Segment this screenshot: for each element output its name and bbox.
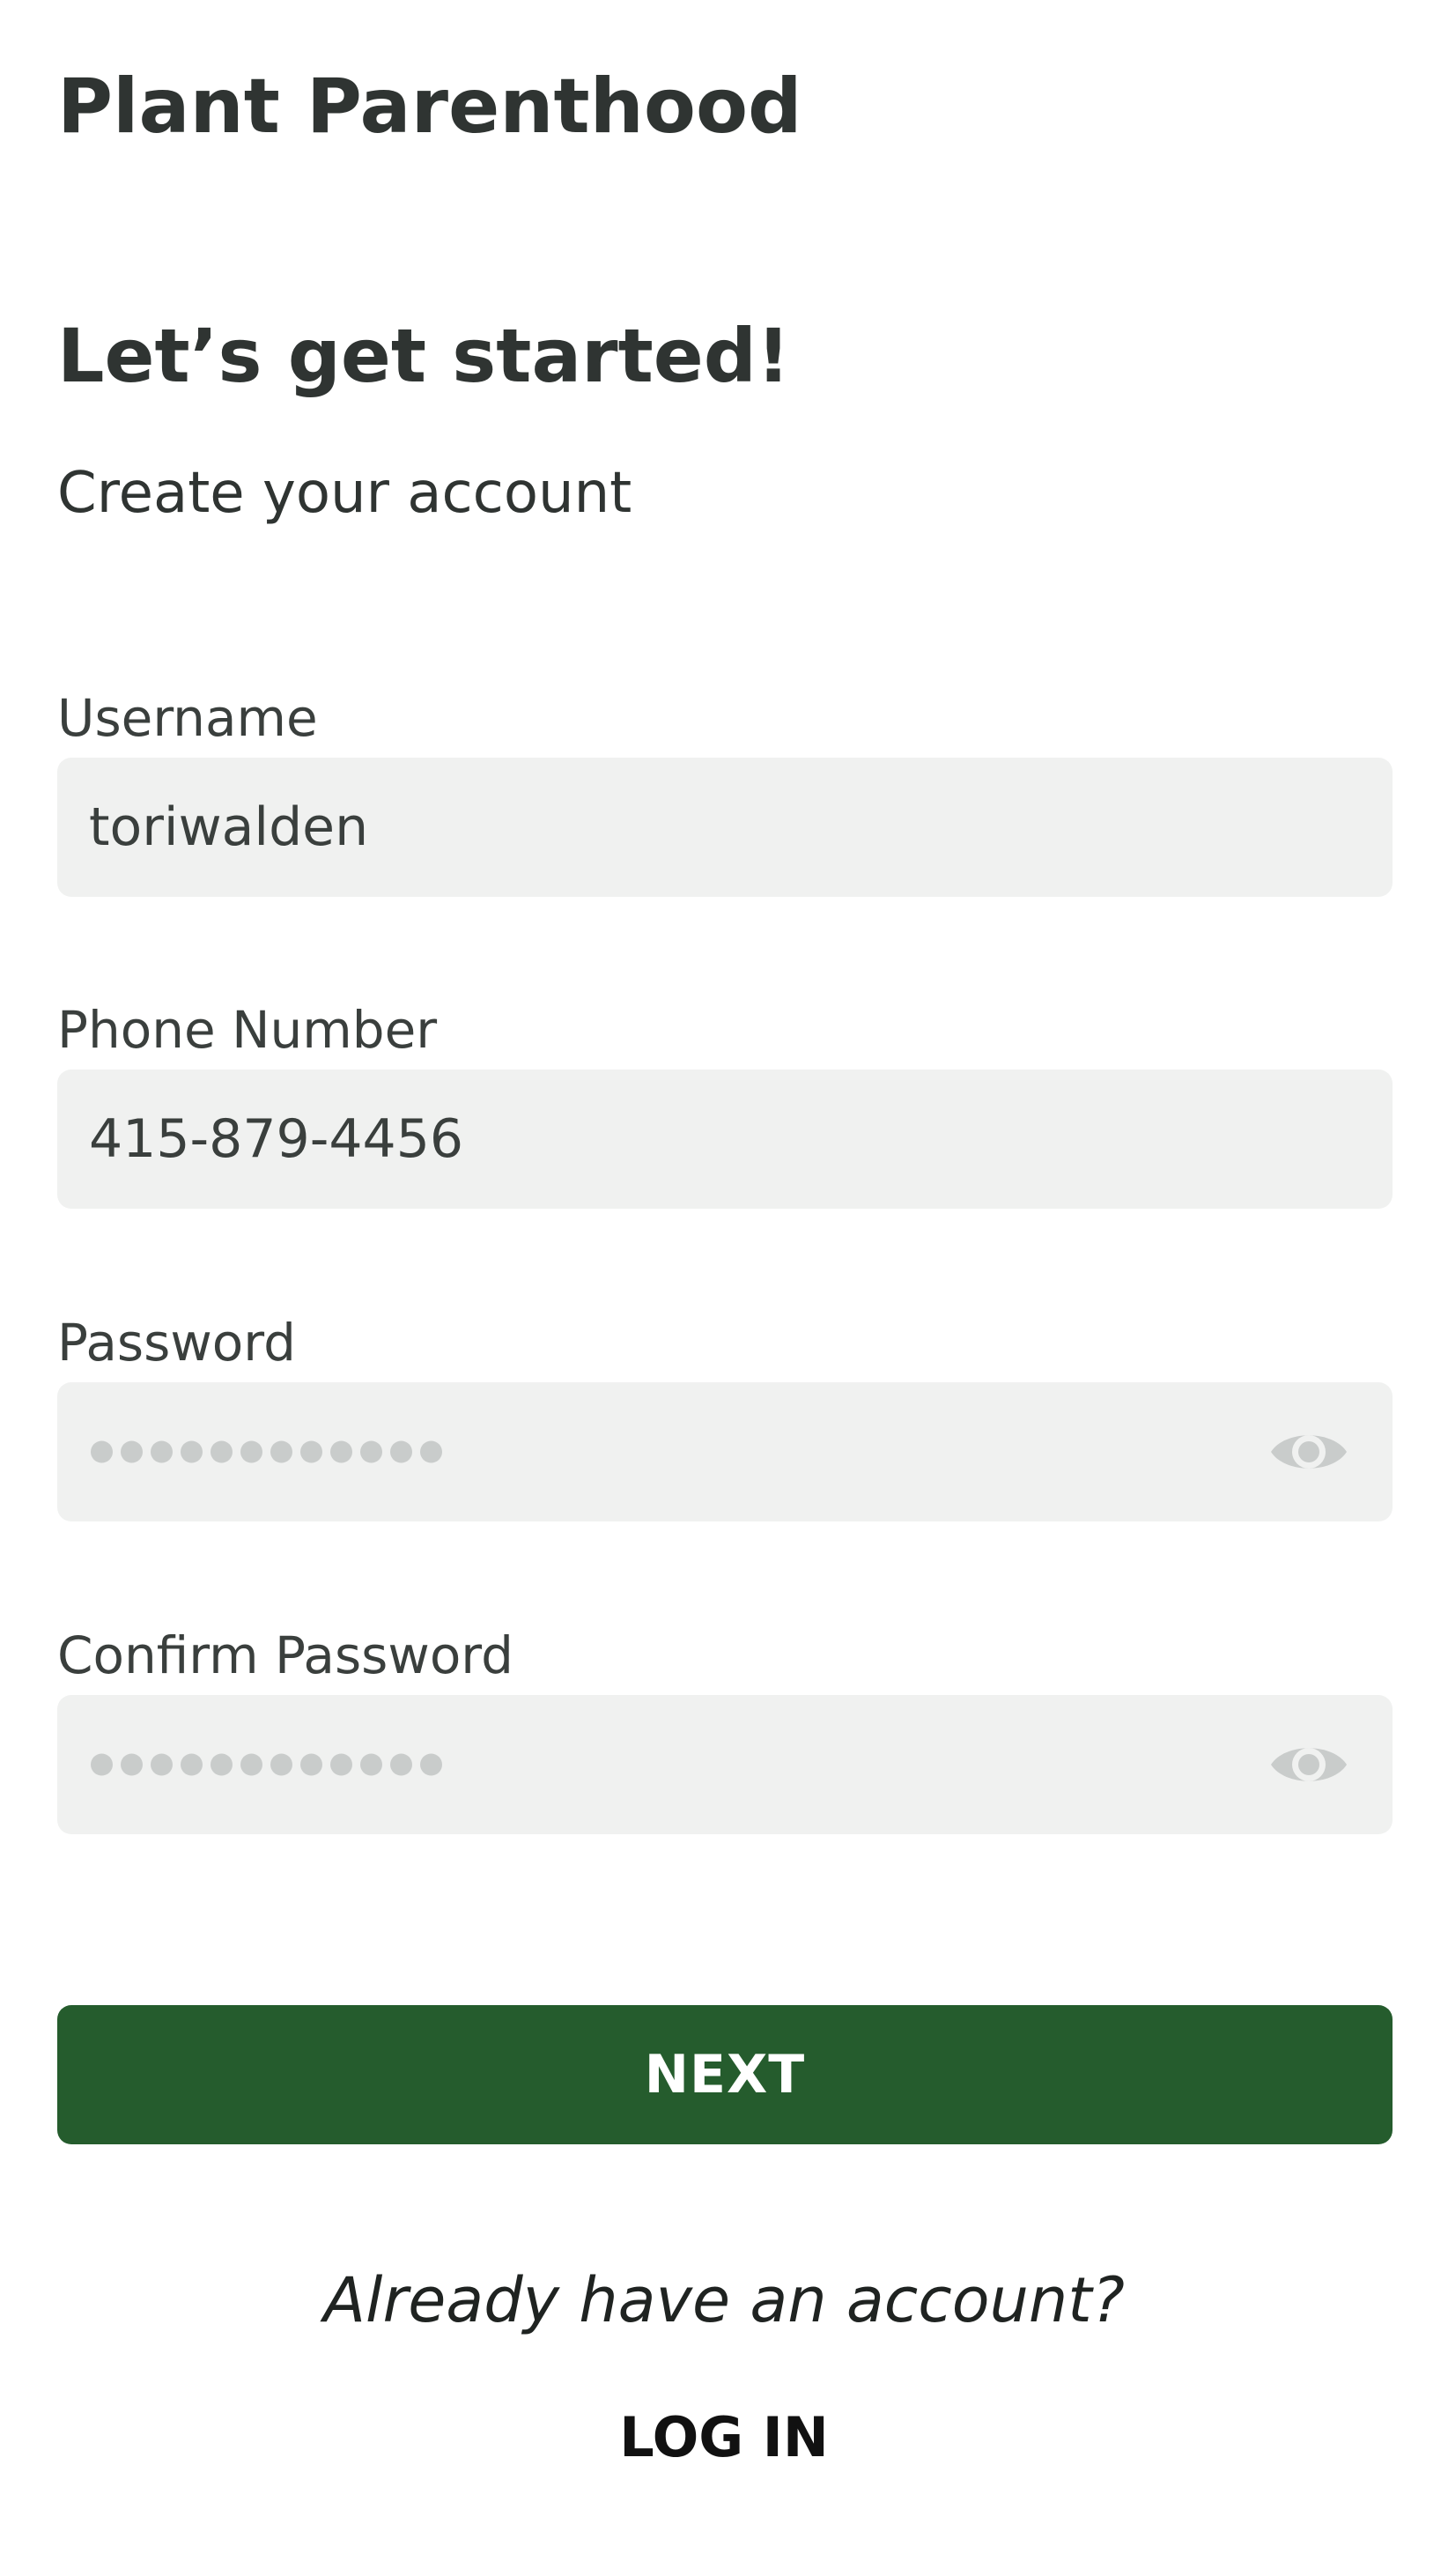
mask-dot (91, 1440, 113, 1463)
mask-dot (240, 1753, 262, 1776)
eye-icon[interactable] (1267, 1423, 1350, 1481)
mask-dot (211, 1440, 233, 1463)
phone-number-field[interactable]: 415-879-4456 (57, 1070, 1393, 1209)
password-field[interactable] (57, 1382, 1393, 1521)
log-in-link[interactable]: LOG IN (0, 2410, 1448, 2465)
mask-dot (240, 1440, 262, 1463)
mask-dot (270, 1440, 292, 1463)
mask-dot (360, 1440, 382, 1463)
eye-icon[interactable] (1267, 1736, 1350, 1794)
mask-dot (330, 1753, 352, 1776)
mask-dot (181, 1753, 203, 1776)
already-have-account-text: Already have an account? (323, 2264, 1125, 2336)
mask-dot (211, 1753, 233, 1776)
mask-dot (151, 1753, 173, 1776)
mask-dot (390, 1440, 412, 1463)
username-label: Username (57, 688, 318, 748)
mask-dot (360, 1753, 382, 1776)
mask-dot (121, 1440, 143, 1463)
mask-dot (300, 1753, 322, 1776)
phone-number-label: Phone Number (57, 1000, 438, 1060)
next-button[interactable]: NEXT (57, 2005, 1393, 2144)
confirm-password-field[interactable] (57, 1695, 1393, 1834)
mask-dot (151, 1440, 173, 1463)
page-subheading: Create your account (57, 461, 632, 526)
mask-dot (420, 1753, 442, 1776)
mask-dot (390, 1753, 412, 1776)
phone-number-value: 415-879-4456 (89, 1108, 464, 1170)
confirm-password-mask (91, 1753, 442, 1776)
mask-dot (330, 1440, 352, 1463)
mask-dot (300, 1440, 322, 1463)
username-field[interactable]: toriwalden (57, 758, 1393, 897)
mask-dot (121, 1753, 143, 1776)
password-mask (91, 1440, 442, 1463)
mask-dot (420, 1440, 442, 1463)
mask-dot (270, 1753, 292, 1776)
mask-dot (91, 1753, 113, 1776)
page-heading: Let’s get started! (57, 313, 791, 399)
confirm-password-label: Confirm Password (57, 1625, 513, 1685)
username-value: toriwalden (89, 796, 369, 858)
app-title: Plant Parenthood (57, 63, 802, 151)
mask-dot (181, 1440, 203, 1463)
password-label: Password (57, 1313, 296, 1373)
